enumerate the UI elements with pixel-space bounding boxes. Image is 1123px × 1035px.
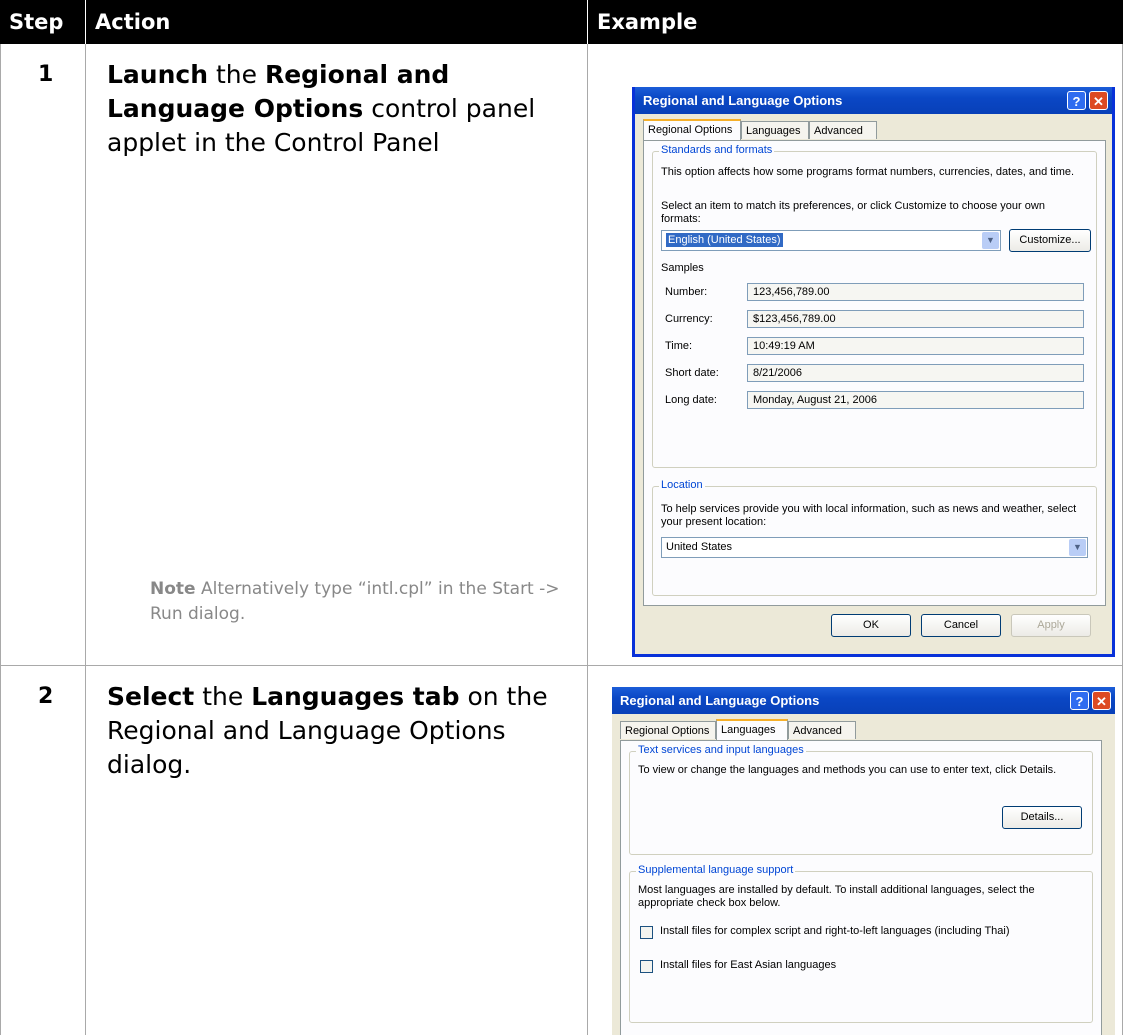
step-action-text: Launch the Regional and Language Options… (107, 58, 577, 160)
action-text: the (194, 682, 252, 711)
location-group: Location To help services provide you wi… (652, 479, 1097, 596)
dialog-title: Regional and Language Options (643, 93, 843, 108)
cancel-button[interactable]: Cancel (921, 614, 1001, 637)
format-select[interactable]: English (United States) ▼ (661, 230, 1001, 251)
location-select-value: United States (666, 541, 733, 553)
ok-button[interactable]: OK (831, 614, 911, 637)
dialog-titlebar: Regional and Language Options ? ✕ (635, 87, 1112, 114)
supplemental-group: Supplemental language support Most langu… (629, 864, 1093, 1023)
tab-languages[interactable]: Languages (741, 121, 809, 139)
header-step: Step (9, 10, 64, 34)
format-select-value: English (United States) (666, 233, 783, 247)
select-description: Select an item to match its preferences,… (661, 200, 1045, 225)
action-verb: Launch (107, 60, 209, 89)
grid-line (85, 44, 86, 1035)
header-divider (587, 0, 588, 44)
sample-value: 10:49:19 AM (747, 337, 1084, 355)
dialog-title: Regional and Language Options (620, 693, 820, 708)
group-title: Supplemental language support (636, 864, 796, 876)
tab-advanced[interactable]: Advanced (788, 721, 856, 739)
tab-regional-options[interactable]: Regional Options (620, 721, 716, 739)
customize-button[interactable]: Customize... (1009, 229, 1091, 252)
action-verb: Select (107, 682, 195, 711)
step-number: 1 (38, 62, 54, 87)
header-divider (85, 0, 86, 44)
tab-languages[interactable]: Languages (716, 719, 788, 740)
samples-label: Samples (661, 262, 704, 274)
note-text: Alternatively type “intl.cpl” in the Sta… (150, 579, 560, 624)
sample-value: 123,456,789.00 (747, 283, 1084, 301)
step-action-text: Select the Languages tab on the Regional… (107, 680, 577, 782)
complex-script-checkbox[interactable] (640, 926, 653, 939)
sample-value: 8/21/2006 (747, 364, 1084, 382)
table-header: Step Action Example (0, 0, 1123, 44)
help-button[interactable]: ? (1070, 691, 1089, 710)
help-button[interactable]: ? (1067, 91, 1086, 110)
details-button[interactable]: Details... (1002, 806, 1082, 829)
checkbox-label: Install files for East Asian languages (660, 959, 837, 971)
group-title: Location (659, 479, 705, 491)
text-services-group: Text services and input languages To vie… (629, 744, 1093, 855)
sample-value: $123,456,789.00 (747, 310, 1084, 328)
dialog-titlebar: Regional and Language Options ? ✕ (612, 687, 1115, 714)
close-button[interactable]: ✕ (1089, 91, 1108, 110)
east-asian-checkbox[interactable] (640, 960, 653, 973)
text-services-description: To view or change the languages and meth… (638, 764, 1057, 776)
chevron-down-icon: ▼ (1069, 539, 1086, 556)
tab-regional-options[interactable]: Regional Options (643, 119, 741, 140)
grid-line (0, 44, 1, 1035)
sample-label: Time: (665, 340, 693, 352)
tab-panel: Text services and input languages To vie… (620, 740, 1102, 1035)
tab-advanced[interactable]: Advanced (809, 121, 877, 139)
action-target: Languages tab (251, 682, 460, 711)
step-number: 2 (38, 684, 54, 709)
standards-group: Standards and formats This option affect… (652, 144, 1097, 468)
grid-line (587, 44, 588, 1035)
row-divider (0, 665, 1123, 666)
languages-dialog: Regional and Language Options ? ✕ Region… (612, 687, 1115, 1035)
step-note: Note Alternatively type “intl.cpl” in th… (150, 577, 570, 627)
location-select[interactable]: United States ▼ (661, 537, 1088, 558)
sample-label: Short date: (665, 367, 719, 379)
group-title: Text services and input languages (636, 744, 806, 756)
checkbox-label: Install files for complex script and rig… (660, 925, 1010, 937)
supplemental-description: Most languages are installed by default.… (638, 884, 1035, 909)
sample-label: Long date: (665, 394, 717, 406)
location-description: To help services provide you with local … (661, 503, 1077, 528)
note-label: Note (150, 579, 196, 599)
sample-value: Monday, August 21, 2006 (747, 391, 1084, 409)
header-action: Action (95, 10, 171, 34)
apply-button[interactable]: Apply (1011, 614, 1091, 637)
chevron-down-icon: ▼ (982, 232, 999, 249)
standards-description: This option affects how some programs fo… (661, 166, 1075, 178)
procedure-page: Step Action Example 1 Launch the Regiona… (0, 0, 1123, 1035)
close-button[interactable]: ✕ (1092, 691, 1111, 710)
sample-label: Currency: (665, 313, 713, 325)
tab-panel: Standards and formats This option affect… (643, 140, 1106, 606)
group-title: Standards and formats (659, 144, 775, 156)
regional-options-dialog: Regional and Language Options ? ✕ Region… (632, 87, 1115, 657)
header-example: Example (597, 10, 698, 34)
action-text: the (208, 60, 265, 89)
sample-label: Number: (665, 286, 708, 298)
